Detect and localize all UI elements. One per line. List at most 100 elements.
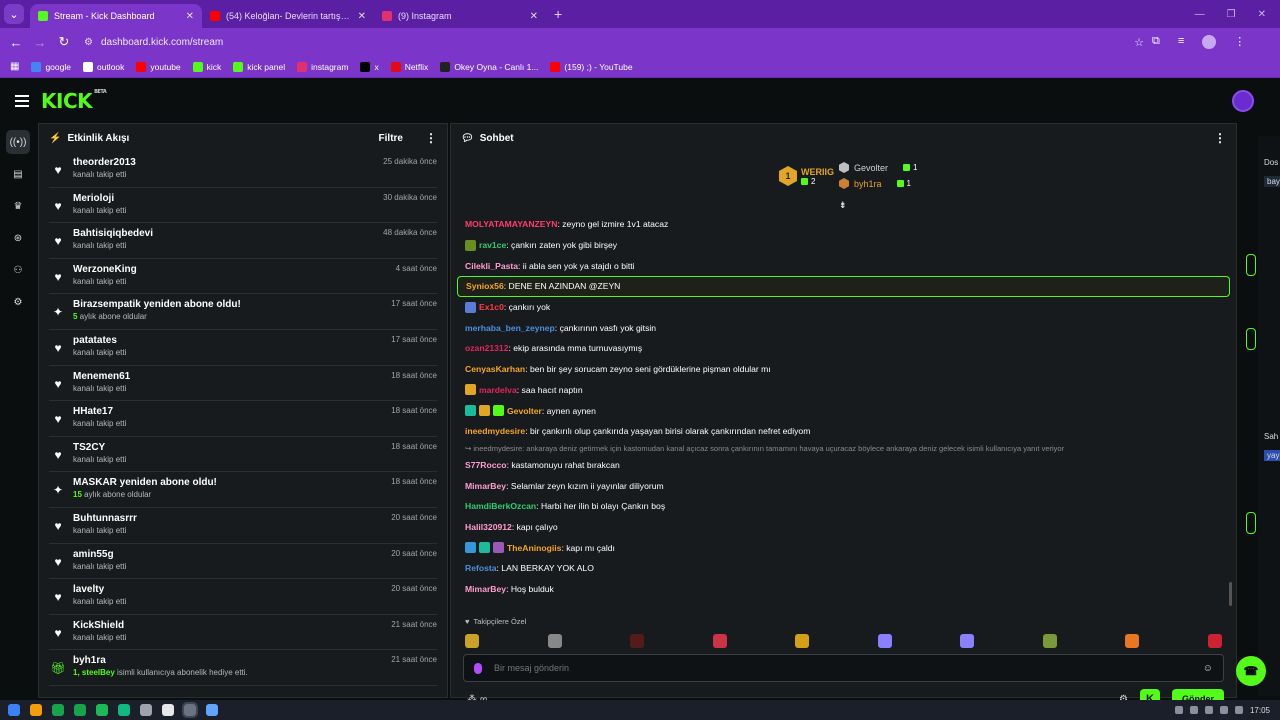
new-tab-button[interactable]: + (554, 6, 562, 22)
bookmark-item[interactable]: kick (192, 61, 221, 72)
chat-message[interactable]: MimarBey: Selamlar zeyn kızım ii yayınla… (463, 475, 1224, 496)
minimize-icon[interactable]: — (1195, 9, 1205, 20)
chat-message[interactable]: ineedmydesire: bir çankırılı olup çankır… (463, 421, 1224, 442)
bookmark-item[interactable]: kick panel (233, 61, 285, 72)
bookmark-star-icon[interactable]: ☆ (1134, 36, 1144, 49)
chat-username[interactable]: S77Rocco (465, 460, 507, 470)
chat-message[interactable]: Refosta: LAN BERKAY YOK ALO (463, 558, 1224, 579)
extensions-icon[interactable]: ⧉ (1152, 35, 1160, 49)
help-chat-button[interactable]: ☎ (1236, 656, 1266, 686)
browser-tab[interactable]: (54) Keloğlan- Devlerin tartışma... ✕ (202, 4, 374, 28)
emote-icon[interactable] (547, 634, 562, 648)
chat-username[interactable]: mardelva (479, 385, 517, 395)
taskbar-app-icon[interactable] (74, 704, 86, 716)
site-info-icon[interactable]: ⚙ (84, 37, 93, 48)
tab-close-icon[interactable]: ✕ (530, 11, 538, 22)
emote-icon[interactable] (795, 634, 810, 648)
chat-username[interactable]: Syniox56 (466, 281, 504, 291)
chat-username[interactable]: merhaba_ben_zeynep (465, 323, 555, 333)
chat-input-box[interactable]: ☺ (463, 654, 1224, 682)
profile-avatar[interactable] (1202, 35, 1217, 49)
broadcast-icon[interactable]: ((•)) (6, 130, 30, 154)
chat-message[interactable]: Syniox56: DENE EN AZINDAN @ZEYN (457, 276, 1230, 297)
emote-icon[interactable] (465, 634, 479, 648)
emote-icon[interactable] (1125, 634, 1140, 648)
chat-message[interactable]: Gevolter: aynen aynen (463, 400, 1224, 421)
chat-message[interactable]: Cilekli_Pasta: ii abla sen yok ya stajdı… (463, 255, 1224, 276)
tab-search-button[interactable]: ⌄ (4, 4, 24, 24)
chat-username[interactable]: MimarBey (465, 584, 506, 594)
chat-username[interactable]: TheAninogiis (507, 543, 561, 553)
chat-username[interactable]: HamdiBerkOzcan (465, 501, 536, 511)
user-avatar[interactable] (1232, 90, 1254, 112)
chat-message[interactable]: merhaba_ben_zeynep: çankırının vasfı yok… (463, 317, 1224, 338)
chat-message[interactable]: MimarBey: Hoş bulduk (463, 579, 1224, 600)
bookmark-item[interactable]: google (31, 61, 71, 72)
chat-message-input[interactable] (494, 663, 1203, 673)
chat-scrollbar[interactable] (1229, 582, 1232, 606)
bookmark-item[interactable]: outlook (82, 61, 124, 72)
activity-event[interactable]: ♥ Menemen61 kanalı takip etti 18 saat önce (49, 366, 437, 402)
start-menu-icon[interactable] (8, 704, 20, 716)
leaderboard-first[interactable]: 1 WERIIG 2 (779, 166, 834, 186)
chat-message[interactable]: HamdiBerkOzcan: Harbi her ilin bi olayı … (463, 496, 1224, 517)
taskbar-app-icon[interactable] (140, 704, 152, 716)
chat-message[interactable]: TheAninogiis: kapı mı çaldı (463, 537, 1224, 558)
bookmark-item[interactable]: Okey Oyna - Canlı 1... (440, 61, 538, 72)
activity-event[interactable]: ♥ HHate17 kanalı takip etti 18 saat önce (49, 401, 437, 437)
emote-icon[interactable] (630, 634, 645, 648)
leaderboard-entry[interactable]: byh1ra 1 (839, 178, 911, 189)
chat-message[interactable]: rav1ce: çankırı zaten yok gibi birşey (463, 235, 1224, 256)
activity-event[interactable]: ♥ WerzoneKing kanalı takip etti 4 saat önce (49, 259, 437, 295)
browser-menu-icon[interactable]: ⋮ (1234, 35, 1245, 49)
taskbar-app-icon[interactable] (30, 704, 42, 716)
activity-event[interactable]: 🎁︎ byh1ra 1, steelBey isimli kullanıcıya a… (49, 650, 437, 686)
taskbar-app-icon[interactable] (118, 704, 130, 716)
emote-icon[interactable] (960, 634, 975, 648)
chat-username[interactable]: Ex1c0 (479, 302, 504, 312)
filter-button[interactable]: Filtre (379, 133, 403, 144)
leaderboard-entry[interactable]: Gevolter 1 (839, 162, 917, 173)
chat-username[interactable]: CenyasKarhan (465, 364, 525, 374)
tab-close-icon[interactable]: ✕ (358, 11, 366, 22)
scroll-down-icon[interactable]: ⇟ (839, 200, 847, 211)
activity-event[interactable]: ♥ TS2CY kanalı takip etti 18 saat önce (49, 437, 437, 473)
hamburger-menu-icon[interactable] (15, 92, 29, 110)
activity-event[interactable]: ♥ Buhtunnasrrr kanalı takip etti 20 saat ön… (49, 508, 437, 544)
chat-username[interactable]: Gevolter (507, 406, 542, 416)
activity-event[interactable]: ♥ amin55g kanalı takip etti 20 saat önce (49, 544, 437, 580)
chat-message[interactable]: CenyasKarhan: ben bir şey sorucam zeyno … (463, 359, 1224, 380)
chat-message[interactable]: S77Rocco: kastamonuyu rahat bırakcan (463, 455, 1224, 476)
taskbar-app-icon[interactable] (206, 704, 218, 716)
emote-icon[interactable] (877, 634, 892, 648)
microphone-icon[interactable] (474, 662, 482, 674)
dashboard-icon[interactable]: ▤ (6, 162, 30, 186)
bookmark-item[interactable]: x (360, 61, 379, 72)
settings-icon[interactable]: ⚙ (6, 290, 30, 314)
chat-username[interactable]: MimarBey (465, 481, 506, 491)
chat-message[interactable]: mardelva: saa hacıt naptın (463, 380, 1224, 401)
maximize-icon[interactable]: ❐ (1227, 9, 1236, 20)
bookmark-item[interactable]: youtube (136, 61, 181, 72)
bookmark-item[interactable]: (159) ;) - YouTube (550, 61, 633, 72)
taskbar-app-icon[interactable] (162, 704, 174, 716)
emote-icon[interactable] (1207, 634, 1222, 648)
tab-close-icon[interactable]: ✕ (186, 11, 194, 22)
chat-username[interactable]: Cilekli_Pasta (465, 261, 518, 271)
chat-username[interactable]: MOLYATAMAYANZEYN (465, 219, 557, 229)
forward-icon[interactable]: → (28, 35, 52, 50)
chat-username[interactable]: Halil320912 (465, 522, 512, 532)
kick-logo[interactable]: KICK BETA (41, 89, 107, 113)
chat-message[interactable]: MOLYATAMAYANZEYN: zeyno gel izmire 1v1 a… (463, 214, 1224, 235)
apps-grid-icon[interactable]: ▦ (10, 61, 19, 72)
emote-icon[interactable] (712, 634, 727, 648)
chat-more-icon[interactable]: ⋮ (1214, 131, 1226, 145)
activity-event[interactable]: ♥ patatates kanalı takip etti 17 saat önce (49, 330, 437, 366)
activity-event[interactable]: ✦ Birazsempatik yeniden abone oldu! 5 aylı… (49, 294, 437, 330)
back-icon[interactable]: ← (4, 35, 28, 50)
emote-icon[interactable] (1042, 634, 1057, 648)
chat-username[interactable]: ineedmydesire (465, 426, 525, 436)
reply-context[interactable]: ↪ ineedmydesire: ankaraya deniz getirmek… (463, 442, 1224, 455)
chat-message[interactable]: Ex1c0: çankırı yok (463, 297, 1224, 318)
trophy-icon[interactable]: ♛ (6, 194, 30, 218)
